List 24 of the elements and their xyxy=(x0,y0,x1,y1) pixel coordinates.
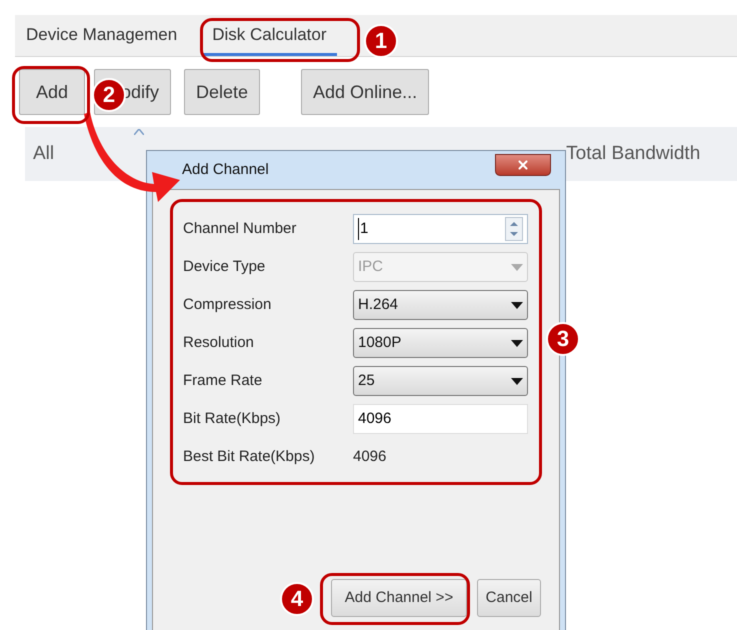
toolbar-button[interactable]: Add Online... xyxy=(301,69,430,115)
dropdown[interactable]: 25 xyxy=(353,366,528,396)
field-label: Device Type xyxy=(183,256,266,277)
dropdown[interactable]: 1080P xyxy=(353,328,528,358)
step-number-badge: 3 xyxy=(546,322,580,356)
dropdown[interactable]: H.264 xyxy=(353,290,528,320)
dialog-title: Add Channel xyxy=(182,160,269,180)
field-label: Resolution xyxy=(183,332,255,353)
number-field[interactable]: 1 xyxy=(353,214,528,244)
field-label: Compression xyxy=(183,294,272,315)
tab[interactable]: Disk Calculator xyxy=(202,22,337,56)
dialog-button[interactable]: Add Channel >> xyxy=(331,579,467,617)
column-header: All xyxy=(33,142,54,166)
dialog-button[interactable]: Cancel xyxy=(477,579,541,617)
column-header: Total Bandwidth xyxy=(566,142,700,166)
field-label: Best Bit Rate(Kbps) xyxy=(183,446,316,467)
field-label: Channel Number xyxy=(183,218,298,239)
field-label: Bit Rate(Kbps) xyxy=(183,408,282,429)
toolbar-button[interactable]: Delete xyxy=(184,69,260,115)
tab[interactable]: Device Managemen xyxy=(23,22,180,56)
value-text: 4096 xyxy=(353,446,386,467)
field-label: Frame Rate xyxy=(183,370,264,391)
toolbar-button[interactable]: Add xyxy=(19,69,85,115)
input-field[interactable]: 4096 xyxy=(353,404,528,434)
